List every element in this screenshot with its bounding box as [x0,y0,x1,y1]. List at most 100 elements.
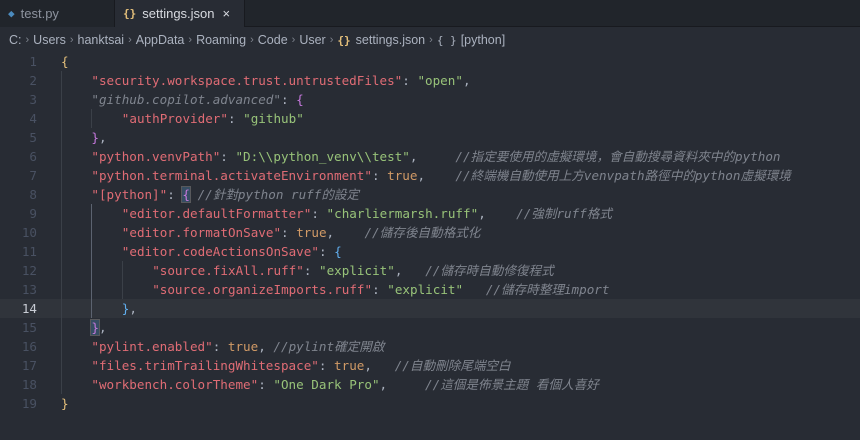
line-number: 14 [21,301,37,316]
breadcrumb-item[interactable]: [python] [461,33,505,47]
code-line[interactable]: 13 "source.organizeImports.ruff": "explic… [0,280,860,299]
code-token: "source.fixAll.ruff" [152,263,304,278]
indent-guide [61,337,62,356]
code-token: } [61,396,69,411]
indent-guide [61,185,62,204]
code-token: //終端機自動使用上方venvpath路徑中的python虛擬環境 [455,168,791,183]
chevron-right-icon: › [291,34,296,46]
code-token: : [303,263,320,278]
line-number: 1 [29,54,37,69]
code-token: { [296,92,304,107]
indent-guide [91,223,93,242]
code-line[interactable]: 7 "python.terminal.activateEnvironment": … [0,166,860,185]
code-token: { [181,186,191,203]
indent-guide [61,109,62,128]
code-line[interactable]: 9 "editor.defaultFormatter": "charliermar… [0,204,860,223]
code-line[interactable]: 2 "security.workspace.trust.untrustedFile… [0,71,860,90]
code-line[interactable]: 6 "python.venvPath": "D:\\python_venv\\te… [0,147,860,166]
indent-guide [91,261,93,280]
tab-settings-json[interactable]: {} settings.json × [115,0,245,27]
indent-guide [91,280,93,299]
line-number: 16 [21,339,37,354]
indent-guide [61,90,62,109]
code-line[interactable]: 16 "pylint.enabled": true, //pylint確定開啟 [0,337,860,356]
code-line[interactable]: 5}, [0,128,860,147]
code-line[interactable]: 14}, [0,299,860,318]
code-line[interactable]: 1{ [0,52,860,71]
code-token: true [334,358,365,373]
line-number: 18 [21,377,37,392]
code-token: : [318,358,335,373]
breadcrumb-item[interactable]: AppData [136,33,185,47]
indent-guide [121,261,123,280]
code-token: { [61,54,69,69]
code-line[interactable]: 18 "workbench.colorTheme": "One Dark Pro"… [0,375,860,394]
code-token: : [280,92,297,107]
indent-guide [61,204,62,223]
code-text: "files.trimTrailingWhitespace": true, //… [91,356,510,375]
breadcrumb-item[interactable]: Users [33,33,66,47]
line-number: 11 [21,244,37,259]
tab-label: test.py [20,6,59,21]
chevron-right-icon: › [25,34,30,46]
breadcrumb-item[interactable]: C: [9,33,22,47]
code-token: "security.workspace.trust.untrustedFiles… [91,73,403,88]
code-text: { [61,52,69,71]
indent-guide [61,299,62,318]
code-token: : [402,73,418,88]
code-token: , [129,301,137,316]
code-token: true [227,339,259,354]
breadcrumb-item[interactable]: hanktsai [78,33,125,47]
tab-test-py[interactable]: ◆ test.py [0,0,115,27]
indent-guide [61,223,62,242]
line-number: 5 [29,130,37,145]
code-text: "source.fixAll.ruff": "explicit", //儲存時自… [152,261,554,280]
code-token: } [91,130,99,145]
breadcrumb-item[interactable]: Roaming [196,33,246,47]
code-line[interactable]: 15}, [0,318,860,337]
line-number: 3 [29,92,37,107]
line-number: 8 [29,187,37,202]
line-number: 10 [21,225,37,240]
code-token: , [364,358,395,373]
code-token: //強制ruff格式 [516,206,612,221]
chevron-right-icon: › [128,34,132,46]
line-number: 12 [21,263,37,278]
code-line[interactable]: 17 "files.trimTrailingWhitespace": true, … [0,356,860,375]
code-line[interactable]: 12 "source.fixAll.ruff": "explicit", //儲存… [0,261,860,280]
breadcrumb-item[interactable]: User [299,33,325,47]
code-token: "source.organizeImports.ruff" [152,282,373,297]
indent-guide [61,280,62,299]
code-token: "explicit" [387,282,464,297]
code-text: "[python]": { //針對python ruff的設定 [91,185,359,204]
breadcrumb-item[interactable]: settings.json [356,33,425,47]
code-line[interactable]: 3 "github.copilot.advanced": { [0,90,860,109]
code-token: : [220,149,236,164]
code-line[interactable]: 8 "[python]": { //針對python ruff的設定 [0,185,860,204]
code-line[interactable]: 10 "editor.formatOnSave": true, //儲存後自動格式… [0,223,860,242]
code-token: "open" [417,73,463,88]
code-line[interactable]: 4 "authProvider": "github" [0,109,860,128]
code-token: : [258,377,274,392]
indent-guide [121,280,123,299]
code-token: "[python]" [91,187,168,202]
code-token: , [326,225,365,240]
code-token: : [212,339,228,354]
breadcrumb-item[interactable]: Code [258,33,288,47]
code-text: "security.workspace.trust.untrustedFiles… [91,71,470,90]
code-editor[interactable]: 1{2 "security.workspace.trust.untrustedFi… [0,52,860,440]
code-token: //儲存時整理import [485,282,610,297]
code-token: "python.terminal.activateEnvironment" [91,168,372,183]
indent-guide [91,109,93,128]
line-number: 17 [21,358,37,373]
code-token: : [372,282,388,297]
code-line[interactable]: 19} [0,394,860,413]
close-icon[interactable]: × [223,6,231,21]
code-line[interactable]: 11 "editor.codeActionsOnSave": { [0,242,860,261]
code-text: "editor.defaultFormatter": "charliermars… [122,204,612,223]
indent-guide [61,166,62,185]
code-token: "github.copilot.advanced" [91,92,281,107]
code-text: }, [91,128,106,147]
indent-guide [61,375,62,394]
